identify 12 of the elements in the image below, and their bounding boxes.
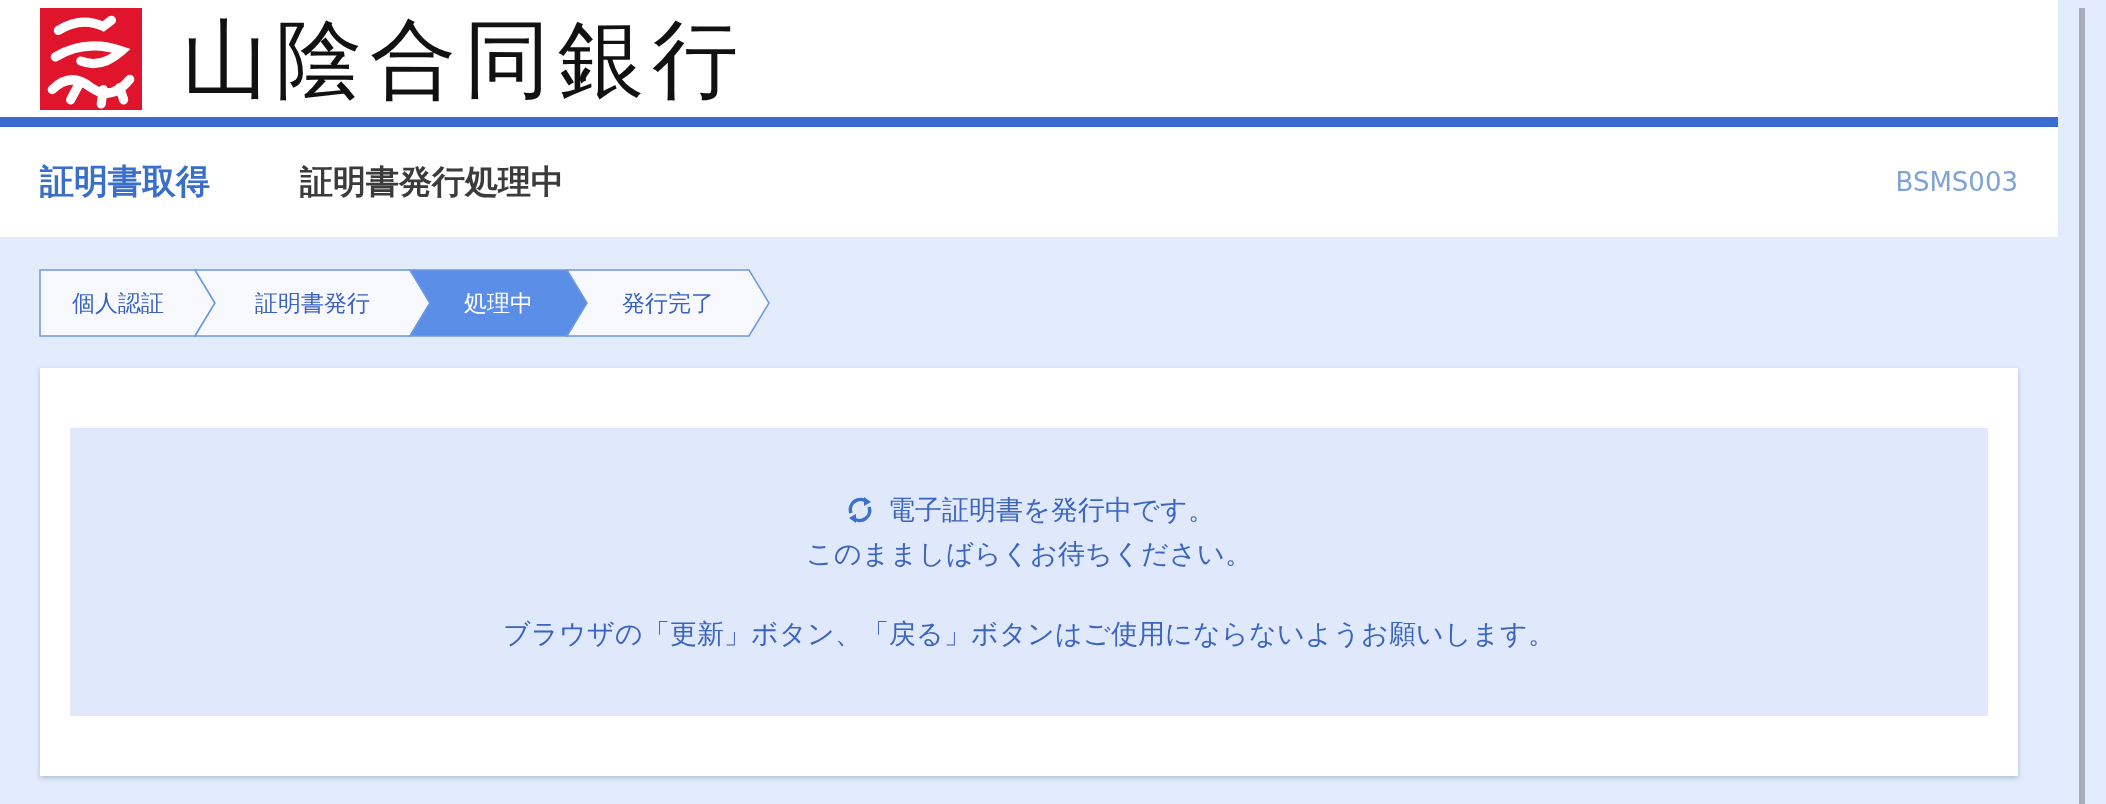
status-message: 電子証明書を発行中です。: [887, 493, 1215, 527]
logo-icon: [40, 7, 142, 110]
status-message: このまましばらくお待ちください。: [806, 537, 1252, 571]
scrollbar[interactable]: [2079, 8, 2085, 804]
step-item: 発行完了: [567, 270, 769, 336]
screen-id: BSMS003: [1895, 167, 2018, 197]
notice-text: ブラウザの「更新」ボタン、「戻る」ボタンはご使用にならないようお願いします。: [503, 617, 1555, 651]
bank-logo-text: 山陰合同銀行: [182, 15, 746, 102]
step-item: 証明書発行: [195, 270, 430, 336]
section-title: 証明書取得: [40, 160, 211, 203]
step-item: 個人認証: [40, 270, 215, 336]
page-title: 証明書発行処理中: [300, 160, 564, 203]
